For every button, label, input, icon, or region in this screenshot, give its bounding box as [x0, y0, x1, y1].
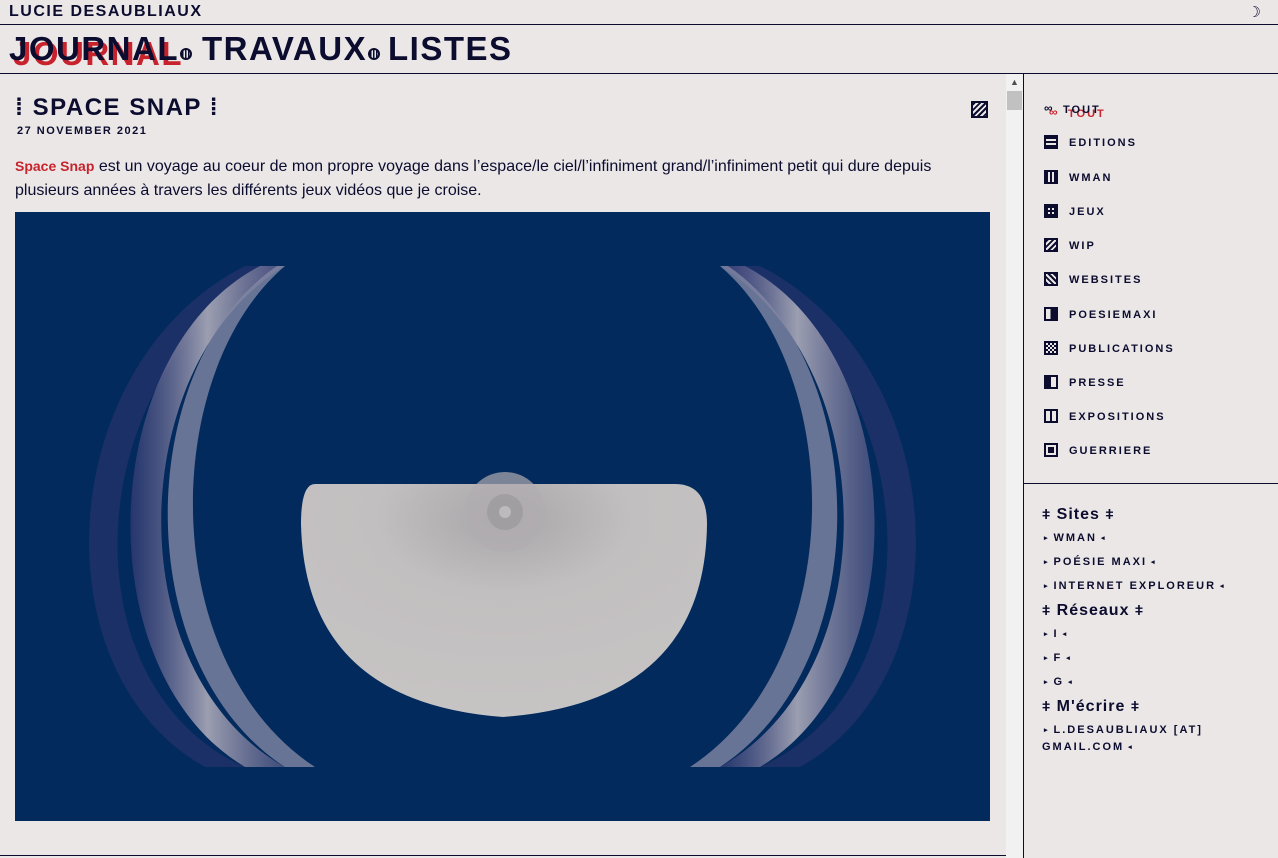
links-section: ǂ Sites ǂ ▸ WMAN ◂ ▸ POÉSIE MAXI ◂ ▸ INTERNET… — [1042, 502, 1272, 756]
main-content: ⁞ SPACE SNAP ⁞ 27 NOVEMBER 2021 Space Sn… — [0, 74, 1006, 858]
link-instagram[interactable]: ▸ I ◂ — [1042, 622, 1272, 646]
link-label: WMAN — [1053, 532, 1097, 544]
main-bottom-divider — [0, 855, 1006, 856]
triangle-left-icon: ◂ — [1066, 655, 1070, 662]
presse-icon — [1044, 375, 1058, 389]
nav-journal-label: JOURNAL — [9, 30, 180, 67]
scroll-thumb[interactable] — [1007, 91, 1022, 110]
nav-separator-icon — [368, 48, 380, 60]
link-email[interactable]: ▸ L.DESAUBLIAUX [AT] GMAIL.COM ◂ — [1042, 718, 1272, 756]
main-nav: JOURNAL JOURNAL TRAVAUX LISTES — [0, 25, 1278, 74]
nav-listes[interactable]: LISTES — [388, 30, 513, 68]
post-body: Space Snap est un voyage au coeur de mon… — [15, 154, 975, 203]
category-label: PRESSE — [1069, 377, 1126, 389]
contact-heading-label: M'écrire — [1056, 698, 1126, 715]
ornament-icon: ǂ — [1134, 602, 1145, 618]
site-name[interactable]: LUCIE DESAUBLIAUX — [9, 3, 203, 21]
link-label: I — [1053, 628, 1059, 640]
moon-icon[interactable]: ☽ — [1248, 3, 1261, 21]
space-snap-artwork — [15, 212, 990, 821]
triangle-right-icon: ▸ — [1044, 583, 1048, 590]
jeux-icon — [1044, 204, 1058, 218]
triangle-right-icon: ▸ — [1044, 559, 1048, 566]
triangle-right-icon: ▸ — [1044, 727, 1048, 734]
category-list: ∞ ∞ TOUT TOUT EDITIONS WMAN JEUX WIP WEB… — [1024, 74, 1278, 484]
websites-icon[interactable] — [971, 101, 988, 118]
editions-icon — [1044, 135, 1058, 149]
link-poesie-maxi[interactable]: ▸ POÉSIE MAXI ◂ — [1042, 550, 1272, 574]
post-body-text: est un voyage au coeur de mon propre voy… — [15, 158, 932, 199]
ornament-icon: ǂ — [1042, 506, 1052, 522]
triangle-right-icon: ▸ — [1044, 679, 1048, 686]
link-label: POÉSIE MAXI — [1053, 556, 1148, 568]
ornament-icon: ǂ — [1042, 698, 1052, 714]
triangle-left-icon: ◂ — [1068, 679, 1072, 686]
post-image — [15, 212, 990, 821]
reseaux-heading: ǂ Réseaux ǂ — [1042, 598, 1272, 622]
sites-heading-label: Sites — [1056, 506, 1100, 523]
poesiemaxi-icon — [1044, 307, 1058, 321]
email-address: L.DESAUBLIAUX [AT] GMAIL.COM — [1042, 724, 1203, 753]
nav-journal[interactable]: JOURNAL JOURNAL — [9, 30, 182, 72]
reseaux-heading-label: Réseaux — [1056, 602, 1130, 619]
contact-heading: ǂ M'écrire ǂ — [1042, 694, 1272, 718]
ornament-icon: ǂ — [1130, 698, 1141, 714]
category-label: EDITIONS — [1069, 137, 1137, 149]
category-label: WIP — [1069, 240, 1096, 252]
nav-separator-icon — [180, 48, 192, 60]
link-label: INTERNET EXPLOREUR — [1053, 580, 1217, 592]
wip-icon — [1044, 238, 1058, 252]
top-bar: LUCIE DESAUBLIAUX ☽ — [0, 0, 1278, 25]
publications-icon — [1044, 341, 1058, 355]
sidebar: ∞ ∞ TOUT TOUT EDITIONS WMAN JEUX WIP WEB… — [1023, 74, 1278, 858]
category-label: TOUT — [1063, 104, 1101, 116]
category-label: JEUX — [1069, 206, 1106, 218]
link-g[interactable]: ▸ G ◂ — [1042, 670, 1272, 694]
triangle-right-icon: ▸ — [1044, 655, 1048, 662]
triangle-right-icon: ▸ — [1044, 631, 1048, 638]
scrollbar[interactable]: ▲ — [1006, 74, 1023, 858]
triangle-left-icon: ◂ — [1151, 559, 1155, 566]
link-label: F — [1053, 652, 1063, 664]
category-label: POESIEMAXI — [1069, 309, 1158, 321]
nav-travaux[interactable]: TRAVAUX — [202, 30, 367, 68]
guerriere-icon — [1044, 443, 1058, 457]
post-date: 27 NOVEMBER 2021 — [17, 125, 148, 137]
triangle-left-icon: ◂ — [1220, 583, 1224, 590]
tout-icon-shadow: ∞ — [1049, 105, 1058, 119]
triangle-left-icon: ◂ — [1062, 631, 1067, 638]
link-label: G — [1053, 676, 1065, 688]
category-label: GUERRIERE — [1069, 445, 1153, 457]
websites-icon — [1044, 272, 1058, 286]
category-label: WEBSITES — [1069, 274, 1143, 286]
ornament-icon: ǂ — [1042, 602, 1052, 618]
wman-icon — [1044, 170, 1058, 184]
category-label: PUBLICATIONS — [1069, 343, 1175, 355]
category-label: WMAN — [1069, 172, 1113, 184]
ornament-icon: ǂ — [1105, 506, 1115, 522]
triangle-left-icon: ◂ — [1128, 744, 1132, 751]
triangle-right-icon: ▸ — [1044, 535, 1048, 542]
link-wman[interactable]: ▸ WMAN ◂ — [1042, 526, 1272, 550]
expositions-icon — [1044, 409, 1058, 423]
category-label: EXPOSITIONS — [1069, 411, 1166, 423]
link-facebook[interactable]: ▸ F ◂ — [1042, 646, 1272, 670]
triangle-left-icon: ◂ — [1100, 535, 1105, 542]
post-lead-link[interactable]: Space Snap — [15, 158, 94, 174]
sites-heading: ǂ Sites ǂ — [1042, 502, 1272, 526]
post-title[interactable]: ⁞ SPACE SNAP ⁞ — [15, 94, 219, 122]
scroll-up-icon[interactable]: ▲ — [1006, 74, 1023, 91]
link-internet-exploreur[interactable]: ▸ INTERNET EXPLOREUR ◂ — [1042, 574, 1272, 598]
